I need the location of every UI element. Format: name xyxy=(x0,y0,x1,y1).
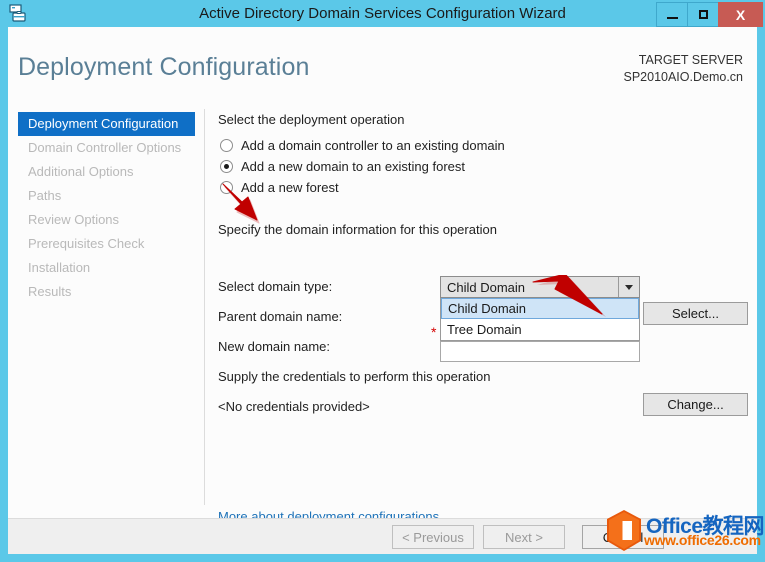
sidebar-item-deployment-configuration[interactable]: Deployment Configuration xyxy=(18,112,195,136)
wizard-body: Deployment Configuration TARGET SERVER S… xyxy=(8,27,757,554)
radio-add-domain-controller[interactable]: Add a domain controller to an existing d… xyxy=(220,138,505,153)
wizard-window: Active Directory Domain Services Configu… xyxy=(0,0,765,562)
sidebar-item-prerequisites-check[interactable]: Prerequisites Check xyxy=(18,232,198,256)
domain-type-label: Select domain type: xyxy=(218,279,333,294)
window-controls: X xyxy=(656,2,763,27)
next-button[interactable]: Next > xyxy=(483,525,565,549)
domain-type-dropdown-list[interactable]: Child Domain Tree Domain xyxy=(440,298,640,341)
radio-button-icon xyxy=(220,181,233,194)
radio-button-icon xyxy=(220,139,233,152)
sidebar-item-results[interactable]: Results xyxy=(18,280,198,304)
sidebar-item-paths[interactable]: Paths xyxy=(18,184,198,208)
change-button[interactable]: Change... xyxy=(643,393,748,416)
domain-type-combobox[interactable]: Child Domain xyxy=(440,276,640,298)
previous-button[interactable]: < Previous xyxy=(392,525,474,549)
sidebar-item-additional-options[interactable]: Additional Options xyxy=(18,160,198,184)
title-bar: Active Directory Domain Services Configu… xyxy=(0,0,765,27)
maximize-button[interactable] xyxy=(687,2,719,27)
required-marker: * xyxy=(431,324,437,340)
select-button[interactable]: Select... xyxy=(643,302,748,325)
radio-label: Add a new forest xyxy=(241,180,339,195)
credentials-section-heading: Supply the credentials to perform this o… xyxy=(218,369,491,384)
domain-section-heading: Specify the domain information for this … xyxy=(218,222,497,237)
window-title: Active Directory Domain Services Configu… xyxy=(199,5,566,22)
new-domain-name-input[interactable] xyxy=(440,341,640,362)
dropdown-option-child-domain[interactable]: Child Domain xyxy=(441,298,639,319)
target-server-value: SP2010AIO.Demo.cn xyxy=(623,70,743,84)
minimize-icon xyxy=(666,16,678,19)
radio-add-new-forest[interactable]: Add a new forest xyxy=(220,180,339,195)
wizard-footer: < Previous Next > Cancel xyxy=(8,518,757,554)
operation-section-heading: Select the deployment operation xyxy=(218,112,405,127)
domain-type-value: Child Domain xyxy=(447,279,526,295)
sidebar-divider xyxy=(204,109,205,505)
maximize-icon xyxy=(698,10,708,19)
sidebar-item-review-options[interactable]: Review Options xyxy=(18,208,198,232)
radio-label: Add a new domain to an existing forest xyxy=(241,159,466,174)
wizard-steps-nav: Deployment Configuration Domain Controll… xyxy=(18,112,198,304)
new-domain-label: New domain name: xyxy=(218,339,330,354)
sidebar-item-domain-controller-options[interactable]: Domain Controller Options xyxy=(18,136,198,160)
radio-add-new-domain-existing-forest[interactable]: Add a new domain to an existing forest xyxy=(220,159,465,174)
page-title: Deployment Configuration xyxy=(18,53,310,81)
target-server-block: TARGET SERVER SP2010AIO.Demo.cn xyxy=(623,52,743,86)
radio-button-icon xyxy=(220,160,233,173)
target-server-label: TARGET SERVER xyxy=(638,53,743,67)
radio-label: Add a domain controller to an existing d… xyxy=(241,138,505,153)
credentials-value: <No credentials provided> xyxy=(218,399,370,414)
dropdown-option-tree-domain[interactable]: Tree Domain xyxy=(441,319,639,340)
chevron-down-icon[interactable] xyxy=(618,277,639,297)
close-button[interactable]: X xyxy=(718,2,763,27)
sidebar-item-installation[interactable]: Installation xyxy=(18,256,198,280)
parent-domain-label: Parent domain name: xyxy=(218,309,343,324)
cancel-button[interactable]: Cancel xyxy=(582,525,664,549)
minimize-button[interactable] xyxy=(656,2,688,27)
